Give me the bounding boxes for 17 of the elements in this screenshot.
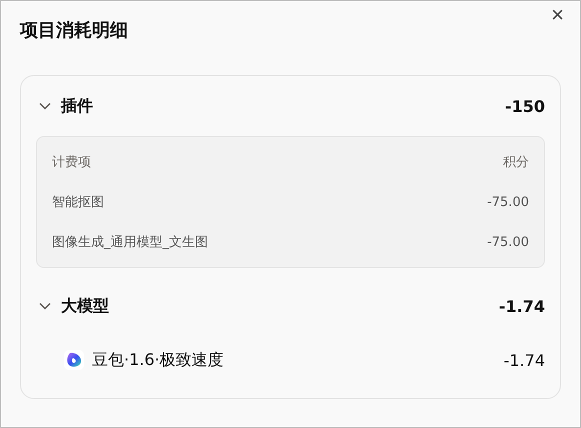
- table-cell-text: 图像生成_通用模型_文生图: [52, 234, 208, 251]
- app-logo-icon: [64, 350, 84, 370]
- chevron-icon[interactable]: [39, 302, 51, 310]
- column-header: 积分: [503, 154, 529, 171]
- section-total: -1.74: [498, 296, 545, 316]
- table-cell: -75.00: [487, 194, 529, 210]
- table-cell-text: 智能抠图: [52, 194, 104, 211]
- section-total: -150: [504, 96, 545, 116]
- dialog-title: 项目消耗明细: [20, 19, 129, 43]
- column-header: 计费项: [52, 154, 91, 171]
- section-label[interactable]: 插件: [61, 96, 93, 116]
- section-label[interactable]: 大模型: [61, 296, 109, 316]
- chevron-icon[interactable]: [39, 102, 51, 110]
- model-points: -1.74: [504, 350, 545, 370]
- model-name: 豆包·1.6·极致速度: [92, 350, 224, 370]
- table-cell: -75.00: [487, 234, 529, 250]
- close-button[interactable]: ×: [547, 3, 568, 27]
